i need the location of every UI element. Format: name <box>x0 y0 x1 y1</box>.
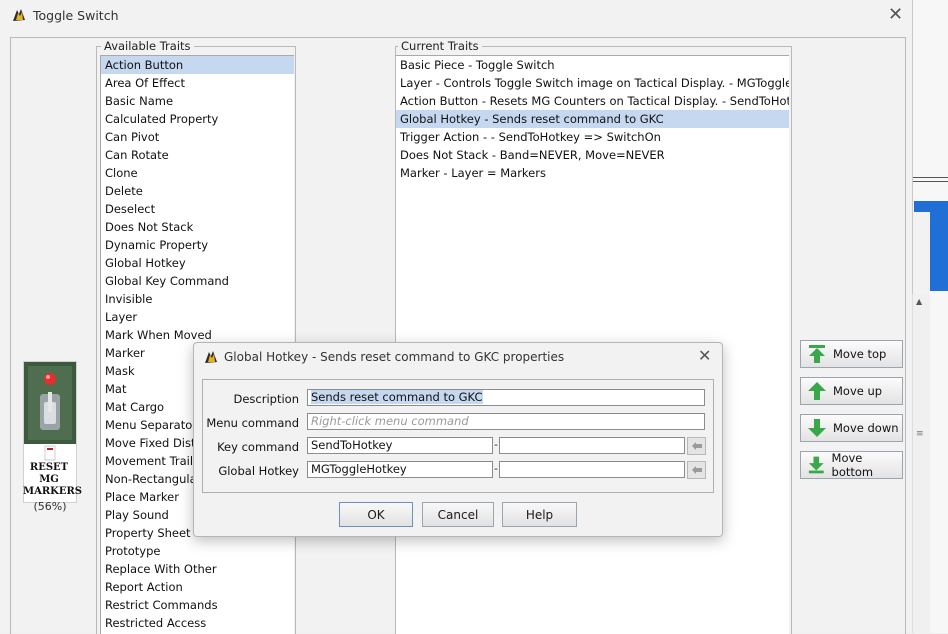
available-trait-item[interactable]: Global Hotkey <box>101 254 294 272</box>
piece-label-line: MG <box>39 474 59 485</box>
move-up-icon <box>808 382 826 400</box>
global-hotkey-properties-dialog: Global Hotkey - Sends reset command to G… <box>193 342 723 537</box>
available-trait-item[interactable]: Global Key Command <box>101 272 294 290</box>
available-trait-item[interactable]: Prototype <box>101 542 294 560</box>
available-trait-item[interactable]: Calculated Property <box>101 110 294 128</box>
description-value: Sends reset command to GKC <box>311 390 483 404</box>
menu-command-label: Menu command <box>206 416 299 430</box>
current-trait-item[interactable]: Action Button - Resets MG Counters on Ta… <box>396 92 789 110</box>
move-up-button[interactable]: Move up <box>800 377 903 405</box>
global-hotkey-undo-button[interactable] <box>687 461 706 479</box>
move-up-label: Move up <box>833 384 883 398</box>
background-line <box>912 177 948 178</box>
key-command-undo-button[interactable] <box>687 437 706 455</box>
title-bar <box>0 0 912 30</box>
menu-command-field[interactable]: Right-click menu command <box>307 413 705 430</box>
key-command-label: Key command <box>217 440 299 454</box>
background-panel <box>912 212 930 295</box>
cancel-button[interactable]: Cancel <box>422 502 494 527</box>
properties-panel: Description Sends reset command to GKC M… <box>202 379 714 493</box>
global-hotkey-secondary-field[interactable] <box>499 461 685 478</box>
scroll-grip-icon: ≡ <box>916 429 924 439</box>
available-trait-item[interactable]: Does Not Stack <box>101 218 294 236</box>
undo-icon <box>691 442 702 450</box>
help-button[interactable]: Help <box>502 502 577 527</box>
available-trait-item[interactable]: Restrict Commands <box>101 596 294 614</box>
available-trait-item[interactable]: Restricted Access <box>101 614 294 632</box>
global-hotkey-field[interactable]: MGToggleHotkey <box>307 461 493 478</box>
available-trait-item[interactable]: Delete <box>101 182 294 200</box>
available-trait-item[interactable]: Clone <box>101 164 294 182</box>
background-scrollbar[interactable]: ▲ ≡ <box>912 294 930 633</box>
available-trait-item[interactable]: Report Action <box>101 578 294 596</box>
move-down-label: Move down <box>833 421 899 435</box>
move-top-label: Move top <box>833 347 887 361</box>
piece-label-line: RESET <box>29 462 69 473</box>
move-bottom-label: Move bottom <box>831 451 874 479</box>
toggle-switch-window: Toggle Switch ✕ RESET MG MARKERS (56%) A… <box>0 0 913 634</box>
move-top-icon <box>809 345 825 363</box>
dialog-close-icon[interactable]: ✕ <box>698 346 711 365</box>
key-command-field[interactable]: SendToHotkey <box>307 437 493 454</box>
available-trait-item[interactable]: Invisible <box>101 290 294 308</box>
current-traits-title: Current Traits <box>398 39 482 53</box>
undo-icon <box>691 466 702 474</box>
piece-label-line: MARKERS <box>23 486 82 497</box>
available-trait-item[interactable]: Deselect <box>101 200 294 218</box>
current-trait-item[interactable]: Basic Piece - Toggle Switch <box>396 56 789 74</box>
global-hotkey-label: Global Hotkey <box>218 464 299 478</box>
dialog-title: Global Hotkey - Sends reset command to G… <box>224 350 565 364</box>
current-trait-item[interactable]: Global Hotkey - Sends reset command to G… <box>396 110 789 128</box>
window-title: Toggle Switch <box>33 8 119 23</box>
global-hotkey-separator: - <box>494 462 498 475</box>
zoom-caption: (56%) <box>33 500 67 513</box>
move-bottom-icon <box>808 456 824 474</box>
current-trait-item[interactable]: Layer - Controls Toggle Switch image on … <box>396 74 789 92</box>
available-trait-item[interactable]: Action Button <box>101 56 294 74</box>
vassal-logo-icon <box>13 9 25 21</box>
background-line <box>912 181 948 182</box>
current-trait-item[interactable]: Does Not Stack - Band=NEVER, Move=NEVER <box>396 146 789 164</box>
key-command-secondary-field[interactable] <box>499 437 685 454</box>
current-trait-item[interactable]: Trigger Action - - SendToHotkey => Switc… <box>396 128 789 146</box>
move-down-icon <box>808 419 826 437</box>
available-trait-item[interactable]: Area Of Effect <box>101 74 294 92</box>
available-trait-item[interactable]: Dynamic Property <box>101 236 294 254</box>
vassal-logo-icon <box>205 351 217 363</box>
move-top-button[interactable]: Move top <box>800 340 903 368</box>
description-field[interactable]: Sends reset command to GKC <box>307 389 705 406</box>
description-label: Description <box>233 392 300 406</box>
move-down-button[interactable]: Move down <box>800 414 903 442</box>
ok-button[interactable]: OK <box>339 502 413 527</box>
close-icon[interactable]: ✕ <box>888 4 903 25</box>
move-bottom-button[interactable]: Move bottom <box>800 451 903 479</box>
current-trait-item[interactable]: Marker - Layer = Markers <box>396 164 789 182</box>
piece-label: RESET MG MARKERS <box>23 462 82 498</box>
available-trait-item[interactable]: Can Pivot <box>101 128 294 146</box>
scroll-up-icon[interactable]: ▲ <box>916 297 922 306</box>
available-trait-item[interactable]: Layer <box>101 308 294 326</box>
available-trait-item[interactable]: Can Rotate <box>101 146 294 164</box>
key-command-separator: - <box>494 438 498 451</box>
available-trait-item[interactable]: Replace With Other <box>101 560 294 578</box>
available-trait-item[interactable]: Basic Name <box>101 92 294 110</box>
available-traits-title: Available Traits <box>101 39 194 53</box>
